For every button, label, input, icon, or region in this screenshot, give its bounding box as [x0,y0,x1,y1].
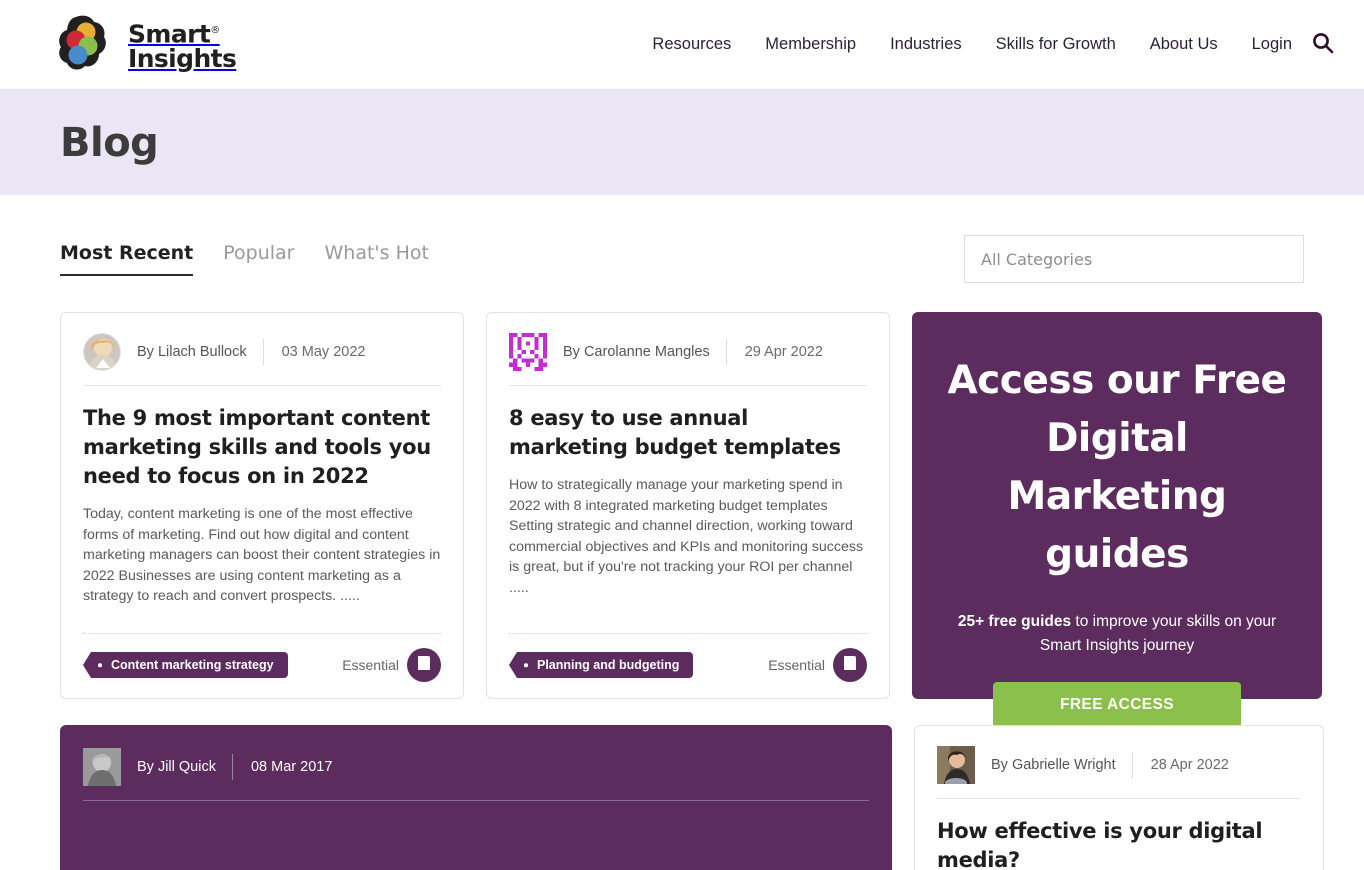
promo-title: Access our Free Digital Marketing guides [947,358,1287,577]
tag-dot-icon [524,663,528,667]
article-date: 28 Apr 2022 [1150,757,1229,773]
author-avatar [83,333,121,371]
tab-most-recent[interactable]: Most Recent [60,242,194,276]
promo-subtitle-bold: 25+ free guides [957,613,1072,630]
promo-subtitle-rest: to improve your skills on your Smart Ins… [1039,613,1277,654]
nav-item-about-us[interactable]: About Us [1133,35,1235,54]
article-tag[interactable]: Content marketing strategy [83,652,288,678]
essential-badge [833,648,867,682]
article-date: 08 Mar 2017 [250,759,333,775]
category-filter-value: All Categories [981,249,1093,269]
article-author: By Carolanne Mangles [563,344,710,360]
article-title[interactable]: How effective is your digital media? [937,817,1301,870]
author-avatar [937,746,975,784]
article-card[interactable]: By Gabrielle Wright 28 Apr 2022 How effe… [914,725,1324,870]
page-banner: Blog [0,90,1364,195]
blog-tabs: Most Recent Popular What's Hot [60,242,429,276]
promo-panel: Access our Free Digital Marketing guides… [912,312,1322,728]
article-title[interactable]: 8 easy to use annual marketing budget te… [509,404,867,462]
blog-toolbar: Most Recent Popular What's Hot All Categ… [60,195,1304,283]
featured-article-card[interactable]: By Jill Quick 08 Mar 2017 [60,725,892,870]
promo-subtitle: 25+ free guides to improve your skills o… [946,610,1288,658]
search-icon [1312,32,1334,57]
article-meta: By Jill Quick 08 Mar 2017 [83,748,869,801]
logo-line-2: Insights [128,44,237,74]
essential-badge-group: Essential [768,648,867,682]
nav-item-login[interactable]: Login [1235,35,1306,54]
author-avatar [509,333,547,371]
author-avatar [83,748,121,786]
logo-wordmark: Smart® Insights [128,18,237,74]
article-card[interactable]: By Carolanne Mangles 29 Apr 2022 8 easy … [486,312,890,699]
article-meta: By Gabrielle Wright 28 Apr 2022 [937,746,1301,799]
article-grid-row-1: By Lilach Bullock 03 May 2022 The 9 most… [60,312,1322,728]
tag-dot-icon [98,663,102,667]
article-excerpt: Today, content marketing is one of the m… [83,506,441,604]
article-title[interactable]: The 9 most important content marketing s… [83,404,441,491]
article-author: By Lilach Bullock [137,344,247,360]
article-footer: Planning and budgeting Essential [508,633,867,682]
essential-badge [407,648,441,682]
article-card[interactable]: By Lilach Bullock 03 May 2022 The 9 most… [60,312,464,699]
article-meta: By Carolanne Mangles 29 Apr 2022 [509,333,867,386]
tab-whats-hot[interactable]: What's Hot [325,242,429,276]
guide-book-icon [841,654,859,677]
nav-item-industries[interactable]: Industries [873,35,979,54]
essential-badge-group: Essential [342,648,441,682]
nav-item-membership[interactable]: Membership [748,35,873,54]
category-filter-select[interactable]: All Categories [964,235,1304,283]
article-tag[interactable]: Planning and budgeting [508,652,694,678]
free-access-button[interactable]: FREE ACCESS [993,682,1241,728]
main-navigation: Resources Membership Industries Skills f… [635,32,1334,57]
article-date: 29 Apr 2022 [744,344,823,360]
article-grid-row-2: By Jill Quick 08 Mar 2017 By Gabrielle W… [60,725,1324,870]
tab-popular[interactable]: Popular [223,242,294,276]
article-footer: Content marketing strategy Essential [83,633,441,682]
site-header: Smart® Insights Resources Membership Ind… [0,0,1364,90]
search-button[interactable] [1306,32,1334,57]
essential-label: Essential [768,657,825,673]
logo-registered-mark: ® [210,24,220,36]
guide-book-icon [415,654,433,677]
nav-item-resources[interactable]: Resources [635,35,748,54]
article-date: 03 May 2022 [281,344,366,360]
article-tag-label: Content marketing strategy [111,658,274,672]
nav-item-skills-for-growth[interactable]: Skills for Growth [979,35,1133,54]
article-tag-label: Planning and budgeting [537,658,680,672]
smart-insights-logo-icon [56,13,118,77]
article-author: By Jill Quick [137,759,216,775]
essential-label: Essential [342,657,399,673]
article-excerpt: How to strategically manage your marketi… [509,477,864,596]
page-title: Blog [60,119,159,166]
main-content: Most Recent Popular What's Hot All Categ… [0,195,1364,870]
article-author: By Gabrielle Wright [991,757,1116,773]
article-meta: By Lilach Bullock 03 May 2022 [83,333,441,386]
site-logo[interactable]: Smart® Insights [56,13,237,77]
